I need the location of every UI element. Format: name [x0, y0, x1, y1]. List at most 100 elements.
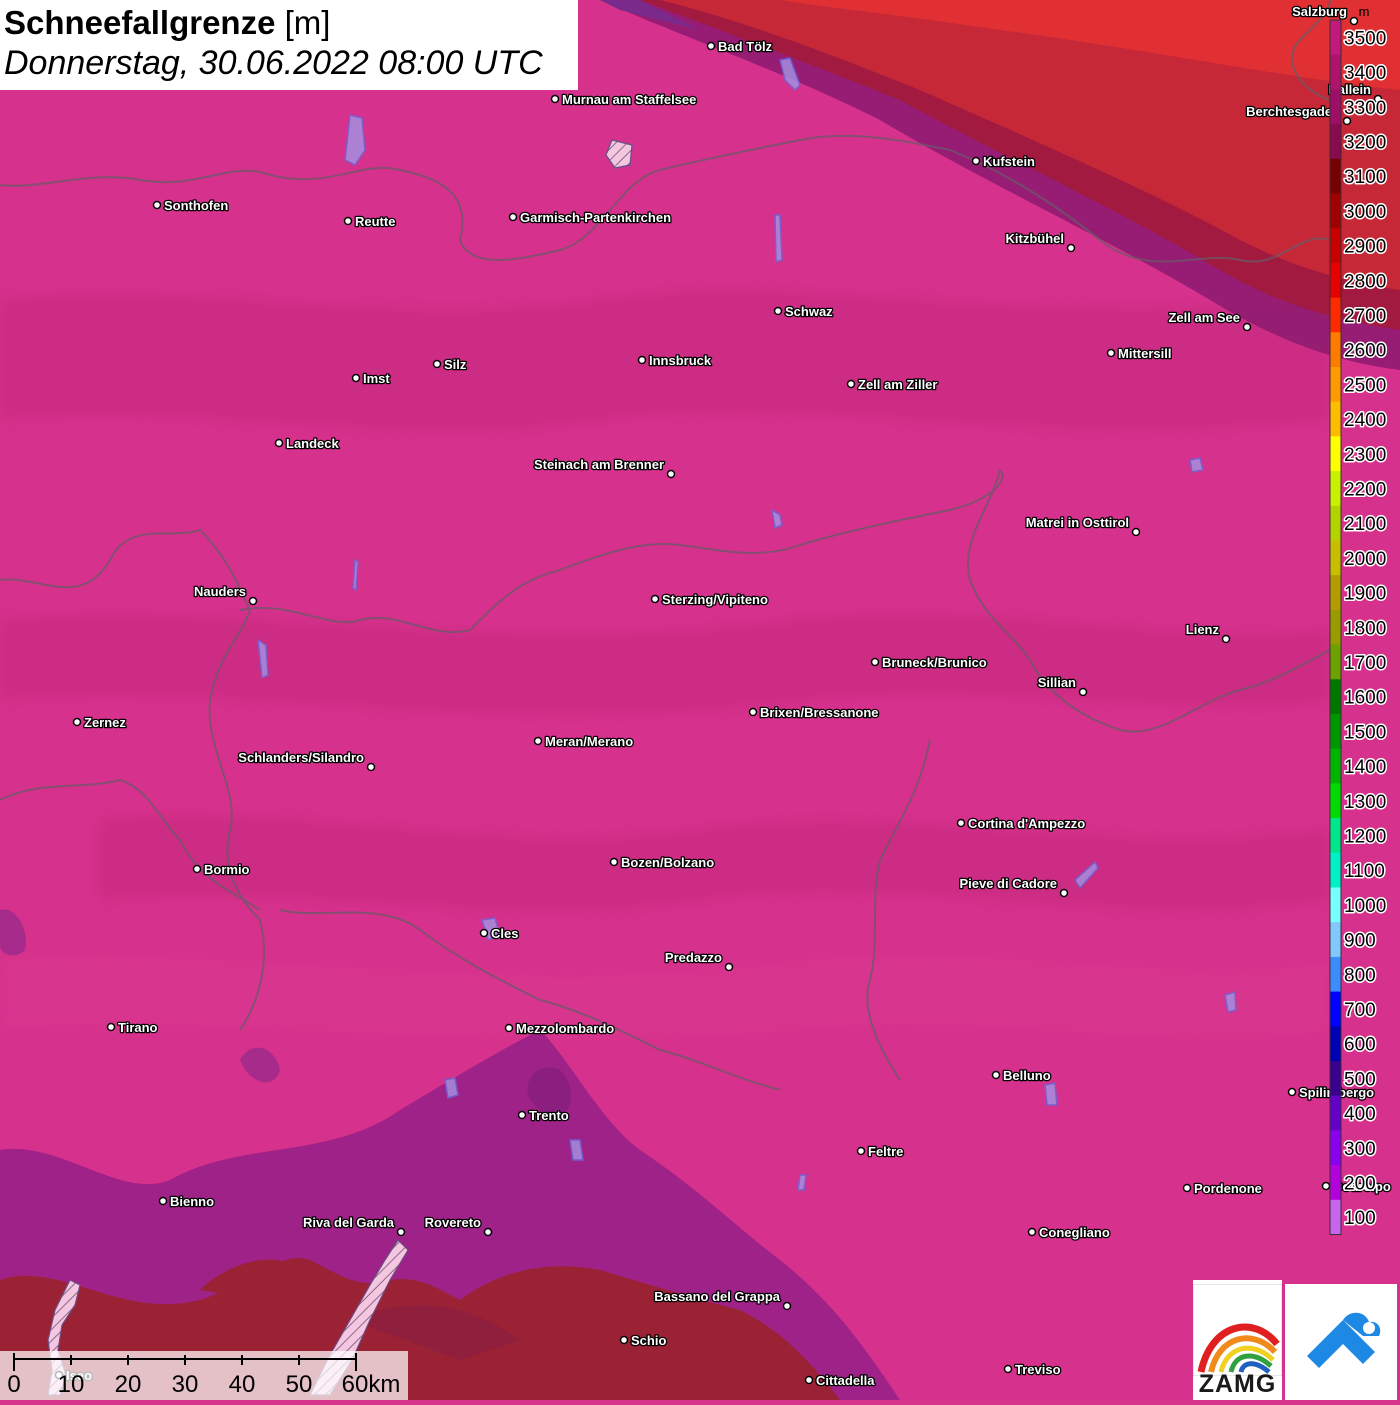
legend-swatch-2600	[1330, 332, 1341, 368]
city-dot	[366, 762, 376, 772]
scale-bar: 0 10 20 30 40 50 60km	[0, 1351, 408, 1400]
city-dot	[1321, 1181, 1331, 1191]
legend-label-1800: 1800	[1344, 618, 1386, 639]
scale-label-30: 30	[171, 1371, 199, 1398]
city-label: Kitzbühel	[1006, 231, 1065, 246]
city-label: Mittersill	[1118, 346, 1171, 361]
legend-swatch-1800	[1330, 609, 1341, 646]
legend-label-1500: 1500	[1344, 722, 1386, 743]
city-dot	[508, 212, 518, 222]
city-dot	[1221, 634, 1231, 644]
city-dot	[666, 469, 676, 479]
zamg-logo[interactable]: ZAMG	[1193, 1280, 1282, 1400]
legend-swatch-3000	[1330, 193, 1341, 229]
legend-swatch-1300	[1330, 783, 1341, 819]
city-label: Landeck	[286, 436, 340, 451]
legend-label-2500: 2500	[1344, 375, 1386, 396]
legend-label-1200: 1200	[1344, 826, 1386, 847]
scale-label-60km: 60km	[341, 1371, 401, 1398]
city-label: Bruneck/Brunico	[882, 655, 987, 670]
scale-label-10: 10	[57, 1371, 85, 1398]
legend-swatch-2900	[1330, 228, 1341, 264]
city-dot	[724, 962, 734, 972]
legend-swatch-2000	[1330, 540, 1341, 576]
legend-label-200: 200	[1344, 1173, 1376, 1194]
city-label: Pieve di Cadore	[959, 876, 1057, 891]
city-dot	[504, 1023, 514, 1033]
legend-swatch-800	[1330, 956, 1341, 993]
city-label: Riva del Garda	[303, 1215, 395, 1230]
legend-label-2800: 2800	[1344, 271, 1386, 292]
city-label: Schlanders/Silandro	[238, 750, 364, 765]
city-label: Berchtesgaden	[1246, 104, 1340, 119]
city-zell-am-ziller: Zell am Ziller	[846, 376, 939, 393]
cloud-arrow-icon	[1307, 1312, 1381, 1368]
map-title-box: Schneefallgrenze [m] Donnerstag, 30.06.2…	[0, 0, 578, 90]
city-dot	[1078, 687, 1088, 697]
city-label: Sonthofen	[164, 198, 228, 213]
city-label: Treviso	[1015, 1362, 1061, 1377]
city-label: Lienz	[1186, 622, 1220, 637]
legend-label-1900: 1900	[1344, 584, 1386, 605]
legend-swatch-1100	[1330, 852, 1341, 888]
city-label: Feltre	[868, 1144, 903, 1159]
city-dot	[1106, 348, 1116, 358]
city-label: Nauders	[194, 584, 246, 599]
legend-swatch-400	[1330, 1095, 1341, 1131]
city-label: Bormio	[204, 862, 250, 877]
city-label: Silz	[444, 357, 467, 372]
city-dot	[782, 1301, 792, 1311]
city-dot	[991, 1070, 1001, 1080]
city-label: Sterzing/Vipiteno	[662, 592, 768, 607]
legend-swatch-500	[1330, 1061, 1341, 1097]
partner-logo[interactable]	[1285, 1284, 1397, 1400]
city-label: Belluno	[1003, 1068, 1051, 1083]
city-label: Brixen/Bressanone	[760, 705, 879, 720]
legend-swatch-700	[1330, 991, 1341, 1027]
city-label: Bad Tölz	[718, 39, 773, 54]
legend-label-3400: 3400	[1344, 63, 1386, 84]
city-dot	[870, 657, 880, 667]
legend-swatch-1400	[1330, 748, 1341, 784]
city-label: Schio	[631, 1333, 666, 1348]
legend-label-3300: 3300	[1344, 98, 1386, 119]
city-label: Zell am See	[1168, 310, 1240, 325]
city-dot	[351, 373, 361, 383]
city-cortina-d-ampezzo: Cortina d'Ampezzo	[956, 815, 1087, 832]
city-dot	[1003, 1364, 1013, 1374]
city-dot	[152, 200, 162, 210]
legend-label-2400: 2400	[1344, 410, 1386, 431]
city-label: Mezzolombardo	[516, 1021, 614, 1036]
city-mittersill: Mittersill	[1106, 345, 1173, 362]
legend-label-3200: 3200	[1344, 132, 1386, 153]
city-dot	[846, 379, 856, 389]
legend-label-3000: 3000	[1344, 202, 1386, 223]
city-dot	[192, 864, 202, 874]
city-label: Garmisch-Partenkirchen	[520, 210, 671, 225]
city-dot	[637, 355, 647, 365]
city-mezzolombardo: Mezzolombardo	[504, 1020, 616, 1037]
legend-swatch-1900	[1330, 575, 1341, 611]
city-label: Bienno	[170, 1194, 214, 1209]
city-garmisch-partenkirchen: Garmisch-Partenkirchen	[508, 209, 672, 226]
city-landeck: Landeck	[274, 435, 341, 452]
city-bruneck-brunico: Bruneck/Brunico	[870, 654, 988, 671]
city-dot	[483, 1227, 493, 1237]
city-dot	[773, 306, 783, 316]
legend-swatch-2700	[1330, 297, 1341, 333]
legend-swatch-3200	[1330, 124, 1341, 160]
city-innsbruck: Innsbruck	[637, 352, 713, 369]
city-bad-t-lz: Bad Tölz	[706, 38, 774, 55]
city-dot	[1242, 322, 1252, 332]
city-label: Innsbruck	[649, 353, 712, 368]
city-dot	[1131, 527, 1141, 537]
legend-swatch-1700	[1330, 644, 1341, 680]
city-label: Reutte	[355, 214, 395, 229]
city-dot	[550, 94, 560, 104]
scale-label-40: 40	[228, 1371, 256, 1398]
map-title: Schneefallgrenze [m]	[4, 4, 578, 42]
city-label: Bozen/Bolzano	[621, 855, 714, 870]
city-dot	[432, 359, 442, 369]
city-dot	[1066, 243, 1076, 253]
legend-label-1100: 1100	[1344, 861, 1385, 882]
